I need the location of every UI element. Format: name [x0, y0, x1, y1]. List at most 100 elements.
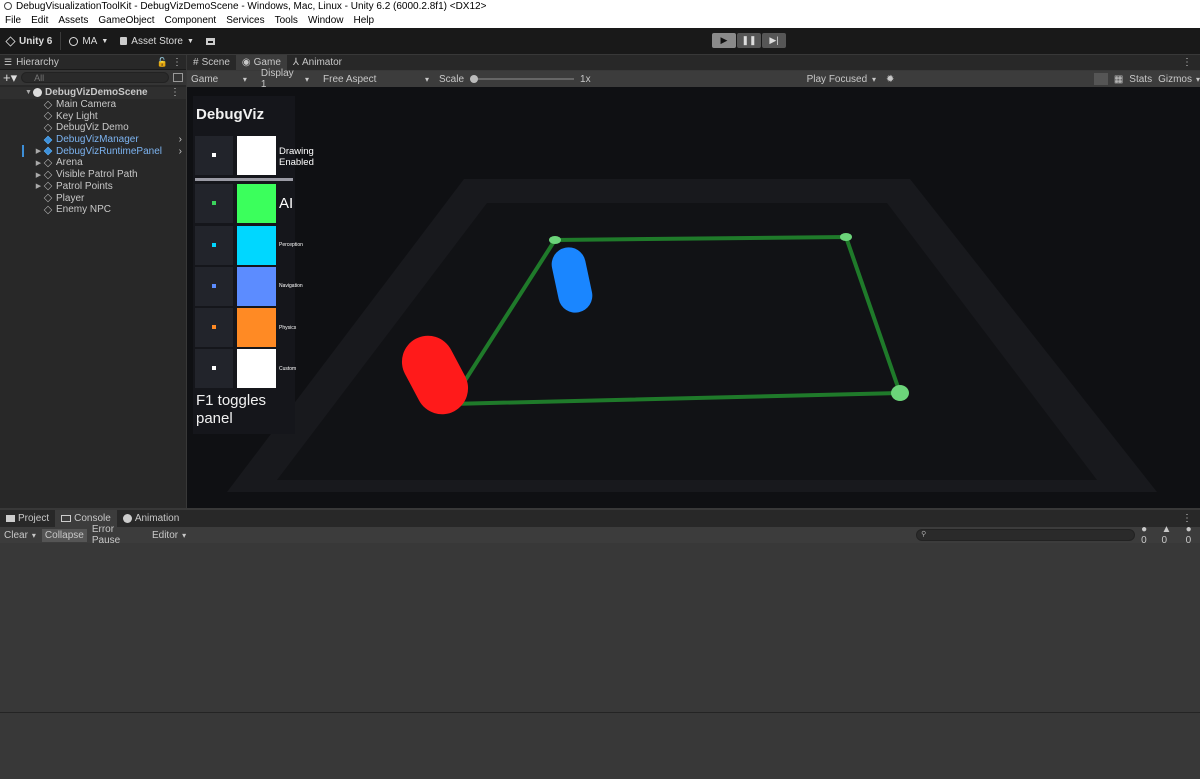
category-swatch-physics [237, 308, 276, 347]
package-button[interactable] [200, 31, 221, 51]
hierarchy-search-input[interactable]: All [21, 72, 169, 83]
aspect-dropdown[interactable]: Free Aspect [319, 72, 433, 86]
menu-file[interactable]: File [0, 15, 26, 26]
tab-scene[interactable]: # Scene [187, 55, 236, 70]
editor-dropdown[interactable]: Editor [150, 528, 188, 542]
display-dropdown[interactable]: Display 1 [257, 68, 313, 90]
drawing-enabled-label: Drawing Enabled [279, 146, 314, 168]
toggle-dot [212, 284, 216, 288]
category-toggle-ai[interactable] [195, 184, 233, 223]
clear-dropdown[interactable]: Clear [0, 528, 40, 542]
expand-arrow-icon[interactable]: ▶ [34, 159, 43, 167]
menu-assets[interactable]: Assets [53, 15, 93, 26]
hierarchy-item-enemy-npc[interactable]: Enemy NPC [0, 204, 186, 216]
menu-tools[interactable]: Tools [270, 15, 303, 26]
game-viewport[interactable] [187, 87, 1200, 508]
bug-icon[interactable]: ✹ [886, 74, 894, 85]
scene-visibility-icon[interactable] [173, 73, 183, 82]
kebab-menu-icon[interactable]: ⋮ [170, 87, 186, 98]
scale-label: Scale [438, 73, 464, 85]
console-detail-divider [0, 712, 1200, 713]
list-icon: ☰ [4, 56, 13, 67]
item-label: DebugVizManager [56, 134, 139, 146]
hierarchy-item-player[interactable]: Player [0, 192, 186, 204]
unity-scene-icon [33, 88, 42, 98]
kebab-menu-icon[interactable]: ⋮ [1182, 513, 1200, 524]
stats-layout-icon[interactable]: ▦ [1114, 74, 1123, 85]
scene-render [227, 179, 1157, 492]
step-button[interactable]: ▶| [762, 33, 786, 48]
gameobject-cube-icon [43, 123, 53, 133]
kebab-menu-icon[interactable]: ⋮ [1182, 57, 1200, 70]
gamepad-icon: ◉ [241, 57, 251, 68]
chevron-right-icon[interactable]: › [179, 134, 186, 145]
menu-help[interactable]: Help [349, 15, 380, 26]
shopping-bag-icon [120, 37, 128, 45]
expand-arrow-icon[interactable]: ▼ [24, 89, 33, 96]
expand-arrow-icon[interactable]: ▶ [34, 182, 43, 190]
asset-store-dropdown[interactable]: Asset Store ▼ [114, 31, 200, 51]
toggle-dot [212, 153, 216, 157]
console-log-area[interactable] [0, 543, 1200, 779]
drawing-toggle[interactable] [195, 136, 233, 175]
scene-row[interactable]: ▼ DebugVizDemoScene ⋮ [0, 87, 186, 99]
menu-services[interactable]: Services [221, 15, 269, 26]
category-toggle-navigation[interactable] [195, 267, 233, 306]
console-toolbar: Clear Collapse Error Pause Editor ⚲ ● 0 … [0, 524, 1200, 546]
lock-icon[interactable]: 🔓 [157, 57, 168, 68]
console-search-input[interactable]: ⚲ [916, 529, 1136, 541]
menu-window[interactable]: Window [303, 15, 349, 26]
tab-project-label: Project [18, 513, 50, 524]
game-mode-dropdown[interactable]: Game [187, 72, 251, 86]
add-button[interactable]: +▾ [3, 70, 17, 86]
chevron-down-icon: ▼ [186, 37, 194, 45]
category-toggle-custom[interactable] [195, 349, 233, 388]
tab-project[interactable]: Project [0, 510, 55, 527]
scale-slider-track [470, 78, 575, 80]
pause-button[interactable]: ❚❚ [737, 33, 761, 48]
menu-gameobject[interactable]: GameObject [93, 15, 159, 26]
chevron-right-icon[interactable]: › [179, 146, 186, 157]
gameobject-cube-icon [43, 111, 53, 121]
scale-slider-handle[interactable] [470, 75, 478, 83]
kebab-menu-icon[interactable]: ⋮ [172, 57, 186, 68]
divider [60, 32, 62, 50]
category-swatch-navigation [237, 267, 276, 306]
hierarchy-tab[interactable]: ☰ Hierarchy 🔓 ⋮ [0, 55, 186, 70]
hierarchy-item-debugviz-runtime-panel[interactable]: ▶ DebugVizRuntimePanel › [22, 145, 186, 158]
account-dropdown[interactable]: MA ▼ [63, 31, 114, 51]
gameobject-cube-icon [43, 100, 53, 109]
category-toggle-physics[interactable] [195, 308, 233, 347]
item-label: Arena [56, 157, 83, 169]
gizmos-dropdown[interactable]: Gizmos [1158, 72, 1200, 86]
aspect-label: Free Aspect [323, 73, 377, 85]
category-swatch-custom [237, 349, 276, 388]
play-icon: ▶ [720, 35, 728, 45]
play-mode-dropdown[interactable]: Play Focused [803, 72, 880, 86]
prefab-cube-icon [43, 147, 53, 156]
hierarchy-item-key-light[interactable]: Key Light [0, 110, 186, 122]
mute-audio-icon[interactable] [1094, 73, 1108, 85]
category-swatch-perception [237, 226, 276, 265]
category-toggle-perception[interactable] [195, 226, 233, 265]
play-button[interactable]: ▶ [712, 33, 736, 48]
grid-icon: # [193, 57, 199, 68]
menu-edit[interactable]: Edit [26, 15, 53, 26]
scale-slider[interactable] [470, 74, 575, 84]
item-label: Main Camera [56, 99, 117, 111]
game-mode-label: Game [191, 73, 219, 85]
hierarchy-item-debugviz-demo[interactable]: DebugViz Demo [0, 122, 186, 134]
hierarchy-item-visible-patrol-path[interactable]: ▶ Visible Patrol Path [0, 169, 186, 181]
hierarchy-item-arena[interactable]: ▶ Arena [0, 157, 186, 169]
hierarchy-item-patrol-points[interactable]: ▶ Patrol Points [0, 181, 186, 193]
hierarchy-item-main-camera[interactable]: Main Camera [0, 99, 186, 111]
collapse-toggle[interactable]: Collapse [41, 528, 87, 542]
pause-icon: ❚❚ [741, 35, 757, 45]
menu-component[interactable]: Component [160, 15, 222, 26]
hierarchy-item-debugviz-manager[interactable]: DebugVizManager › [0, 134, 186, 146]
expand-arrow-icon[interactable]: ▶ [34, 147, 43, 155]
unity-version-button[interactable]: Unity 6 [0, 31, 58, 51]
expand-arrow-icon[interactable]: ▶ [34, 171, 43, 179]
stats-button[interactable]: Stats [1129, 74, 1152, 85]
window-title: DebugVisualizationToolKit - DebugVizDemo… [16, 0, 487, 12]
